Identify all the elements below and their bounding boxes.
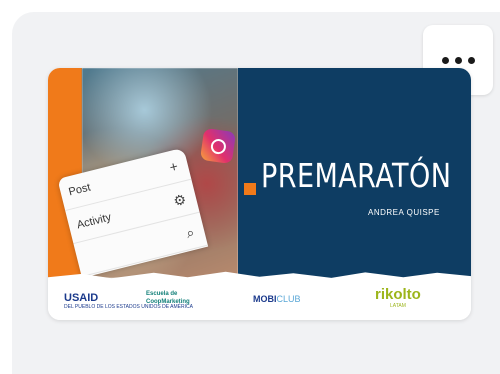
phone-menu-label: Activity [75,211,113,232]
search-icon: ⌕ [184,223,197,242]
escuela-logo: Escuela de CoopMarketing [146,291,190,305]
presentation-thumbnail[interactable]: Post + Activity ⚙ ⌕ PREMARATÓN ANDREA QU… [48,68,471,320]
gear-icon: ⚙ [171,190,188,210]
sponsor-logos: USAID DEL PUEBLO DE LOS ESTADOS UNIDOS D… [48,280,471,320]
instagram-icon [199,127,237,165]
plus-icon: + [167,157,180,176]
phone-menu-label: Post [67,181,92,199]
rikolto-logo: rikolto LATAM [375,286,421,309]
more-horizontal-icon [441,56,475,64]
presentation-author: ANDREA QUISPE [368,208,440,217]
mobi-club-logo: MOBICLUB [253,294,301,304]
accent-square [244,183,256,195]
presentation-title: PREMARATÓN [261,156,452,195]
